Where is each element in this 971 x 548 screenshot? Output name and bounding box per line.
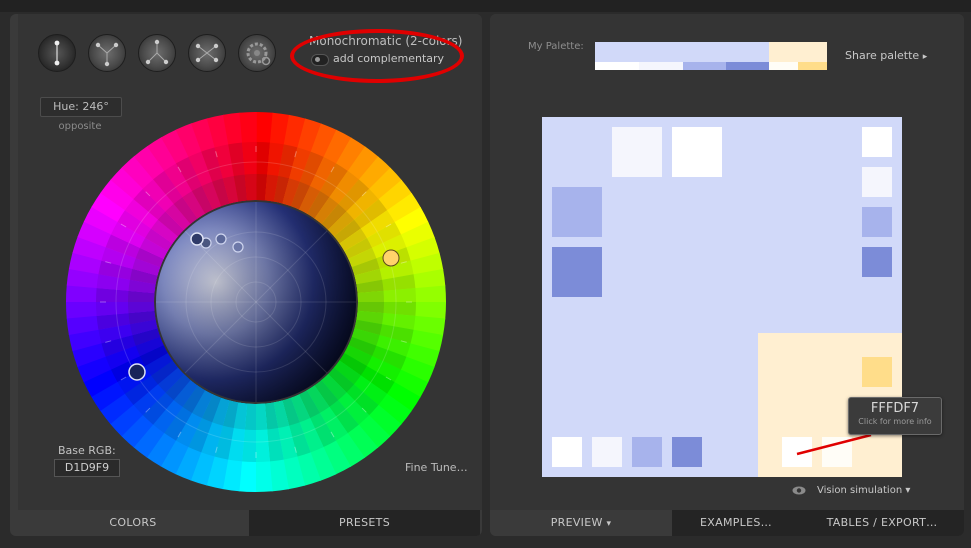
eye-icon	[792, 486, 806, 495]
tetrad-dial-icon[interactable]	[138, 34, 176, 72]
color-wheel[interactable]	[66, 112, 446, 492]
swatch-base-mid[interactable]	[552, 187, 602, 237]
tab-examples[interactable]: EXAMPLES…	[672, 510, 800, 536]
tooltip-hex: FFFDF7	[870, 401, 920, 416]
annotation-line	[796, 434, 872, 456]
color-wheel-area: Monochromatic (2-colors) add complementa…	[18, 14, 482, 510]
swatch-base-light[interactable]	[612, 127, 662, 177]
share-arrow-icon: ▸	[922, 52, 928, 62]
swatch-small-dark[interactable]	[862, 247, 892, 277]
vision-simulation-button[interactable]: Vision simulation ▾	[817, 485, 910, 496]
tab-tables-export[interactable]: TABLES / EXPORT…	[800, 510, 964, 536]
base-rgb-input[interactable]: D1D9F9	[54, 459, 120, 477]
vision-simulation-label: Vision simulation	[817, 485, 903, 496]
base-rgb-label: Base RGB:	[58, 444, 116, 457]
swatch-small-white[interactable]	[862, 127, 892, 157]
color-panel: Monochromatic (2-colors) add complementa…	[10, 14, 482, 536]
mono-dial-icon[interactable]	[38, 34, 76, 72]
swatch-base-dark[interactable]	[552, 247, 602, 297]
preview-area: My Palette: Share palette ▸ FFFDF7 Click…	[490, 14, 964, 510]
top-bar	[0, 0, 971, 12]
tab-colors[interactable]: COLORS	[18, 510, 248, 536]
swatch-comp-mid[interactable]	[862, 357, 892, 387]
tab-preview-label: PREVIEW	[550, 516, 603, 529]
swatch-small-light[interactable]	[862, 167, 892, 197]
color-tooltip[interactable]: FFFDF7 Click for more info	[848, 397, 942, 435]
swatch-bottom-mid[interactable]	[632, 437, 662, 467]
chevron-down-icon: ▾	[905, 485, 911, 496]
palette-strip[interactable]	[595, 42, 827, 70]
share-palette-button[interactable]: Share palette ▸	[845, 49, 927, 62]
my-palette-label: My Palette:	[528, 41, 584, 52]
triad-dial-icon[interactable]	[88, 34, 126, 72]
swatch-bottom-dark[interactable]	[672, 437, 702, 467]
tab-preview-chevron-icon: ▾	[606, 519, 612, 529]
gear-dial-icon[interactable]	[238, 34, 276, 72]
share-palette-label: Share palette	[845, 49, 920, 62]
preview-panel: My Palette: Share palette ▸ FFFDF7 Click…	[490, 14, 964, 536]
tab-preview[interactable]: PREVIEW ▾	[490, 510, 672, 536]
swatch-base-white[interactable]	[672, 127, 722, 177]
highlight-ellipse	[290, 29, 464, 83]
analogic-dial-icon[interactable]	[188, 34, 226, 72]
swatch-bottom-light[interactable]	[592, 437, 622, 467]
swatch-bottom-white[interactable]	[552, 437, 582, 467]
swatch-small-mid[interactable]	[862, 207, 892, 237]
fine-tune-link[interactable]: Fine Tune…	[405, 461, 468, 474]
tooltip-hint: Click for more info	[858, 417, 932, 426]
tab-presets[interactable]: PRESETS	[249, 510, 480, 536]
